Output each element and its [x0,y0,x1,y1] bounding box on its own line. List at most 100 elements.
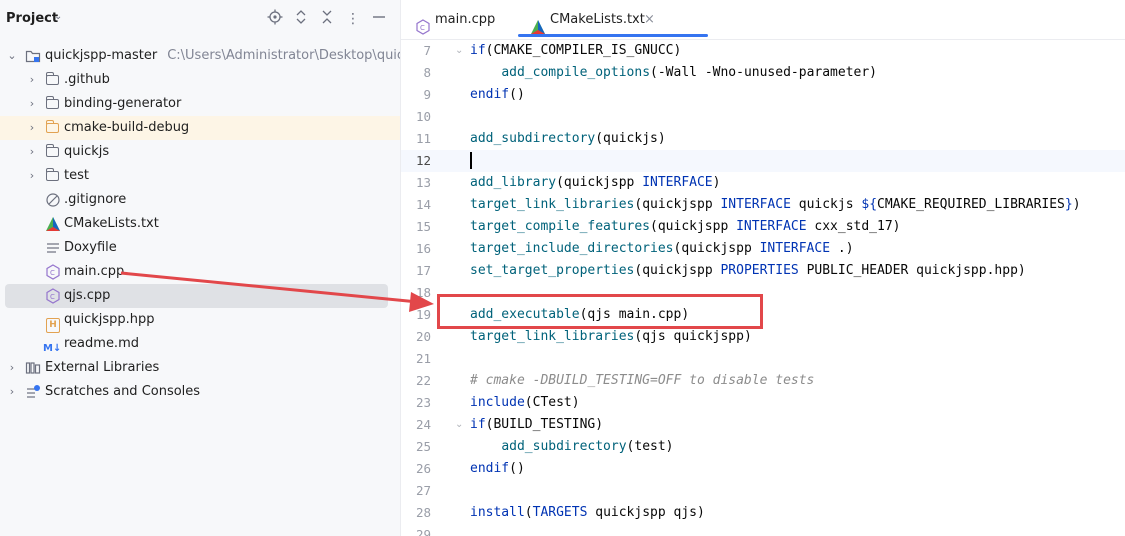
tree-item-label: .gitignore [64,192,127,207]
tree-item-scratches[interactable]: › Scratches and Consoles [0,380,400,404]
code-text: target_link_libraries(qjs quickjspp) [470,329,752,344]
tree-item[interactable]: › .github [0,68,400,92]
line-number: 10 [415,109,431,124]
module-folder-icon [25,48,41,64]
tree-item-label: test [64,168,89,183]
code-line[interactable]: 28 install(TARGETS quickjspp qjs) [401,502,1125,524]
chevron-right-icon[interactable]: › [26,164,38,188]
tree-item-label: binding-generator [64,96,182,111]
hide-panel-icon[interactable] [369,9,389,29]
library-icon [25,360,41,376]
line-number: 25 [415,439,431,454]
fold-icon[interactable]: ⌄ [455,40,463,62]
chevron-right-icon[interactable]: › [26,68,38,92]
code-line[interactable]: 12 [401,150,1125,172]
fold-icon[interactable]: ⌄ [455,414,463,436]
line-number: 29 [415,527,431,536]
code-line[interactable]: 27 [401,480,1125,502]
tree-item-label: readme.md [64,336,139,351]
chevron-right-icon[interactable]: › [6,356,18,380]
tree-item[interactable]: .gitignore [0,188,400,212]
line-number: 8 [423,65,431,80]
code-text: add_library(quickjspp INTERFACE) [470,175,721,190]
collapse-all-icon[interactable] [317,9,337,29]
tree-item-label: Doxyfile [64,240,117,255]
code-line[interactable]: 16 target_include_directories(quickjspp I… [401,238,1125,260]
locate-icon[interactable] [265,9,285,29]
code-line[interactable]: 21 [401,348,1125,370]
code-line[interactable]: 9 endif() [401,84,1125,106]
line-number: 15 [415,219,431,234]
chevron-right-icon[interactable]: › [26,116,38,140]
line-number: 18 [415,285,431,300]
editor-panel: C main.cpp CMakeLists.txt × 7 ⌄ if(CMAKE_C… [401,0,1125,536]
folder-icon [45,168,61,184]
project-panel: Project ⌄ ⋮ ⌄ quickjspp-master C:\Users\A… [0,0,401,536]
line-number: 27 [415,483,431,498]
code-line[interactable]: 15 target_compile_features(quickjspp INTE… [401,216,1125,238]
cpp-file-icon: C [45,264,61,280]
tree-item[interactable]: Hquickjspp.hpp [0,308,400,333]
code-line[interactable]: 25 add_subdirectory(test) [401,436,1125,458]
code-text: add_subdirectory(quickjs) [470,131,666,146]
project-panel-header: Project ⌄ ⋮ [0,0,400,38]
code-line[interactable]: 24 ⌄ if(BUILD_TESTING) [401,414,1125,436]
tab-label: CMakeLists.txt [550,12,645,27]
tree-item-external-libraries[interactable]: › External Libraries [0,356,400,380]
svg-text:C: C [50,293,55,301]
code-line[interactable]: 20 target_link_libraries(qjs quickjspp) [401,326,1125,348]
code-text: target_include_directories(quickjspp INT… [470,241,854,256]
code-line[interactable]: 14 target_link_libraries(quickjspp INTERF… [401,194,1125,216]
line-number: 14 [415,197,431,212]
cpp-file-icon: C [45,288,61,304]
chevron-down-icon[interactable]: ⌄ [54,11,62,22]
folder-icon [45,144,61,160]
tree-root-item[interactable]: ⌄ quickjspp-master C:\Users\Administrator… [0,44,400,68]
tab-label: main.cpp [435,12,496,27]
more-options-icon[interactable]: ⋮ [343,9,363,29]
code-text: if(BUILD_TESTING) [470,417,604,432]
chevron-right-icon[interactable]: › [26,92,38,116]
line-number: 12 [415,153,431,168]
code-line[interactable]: 23 include(CTest) [401,392,1125,414]
line-number: 20 [415,329,431,344]
code-line[interactable]: 8 add_compile_options(-Wall -Wno-unused-… [401,62,1125,84]
code-text: install(TARGETS quickjspp qjs) [470,505,705,520]
root-name: quickjspp-master [45,48,158,63]
code-line[interactable]: 17 set_target_properties(quickjspp PROPER… [401,260,1125,282]
code-line[interactable]: 22 # cmake -DBUILD_TESTING=OFF to disable… [401,370,1125,392]
code-line[interactable]: 26 endif() [401,458,1125,480]
code-line[interactable]: 13 add_library(quickjspp INTERFACE) [401,172,1125,194]
chevron-down-icon[interactable]: ⌄ [6,44,18,68]
highlight-box [437,294,763,329]
close-icon[interactable]: × [644,0,655,39]
tree-item[interactable]: › quickjs [0,140,400,164]
line-number: 24 [415,417,431,432]
code-text: # cmake -DBUILD_TESTING=OFF to disable t… [470,373,815,388]
tree-item[interactable]: CMakeLists.txt [0,212,400,236]
code-line[interactable]: 29 [401,524,1125,536]
line-number: 28 [415,505,431,520]
code-line[interactable]: 7 ⌄ if(CMAKE_COMPILER_IS_GNUCC) [401,40,1125,62]
tree-item[interactable]: Doxyfile [0,236,400,260]
code-line[interactable]: 11 add_subdirectory(quickjs) [401,128,1125,150]
line-number: 22 [415,373,431,388]
line-number: 23 [415,395,431,410]
tree-item-label: quickjs [64,144,110,159]
project-panel-title[interactable]: Project [6,11,58,26]
tree-item[interactable]: M↓ readme.md [0,332,400,356]
tree-item[interactable]: › cmake-build-debug [0,116,400,140]
line-number: 11 [415,131,431,146]
hpp-file-icon: H [45,312,61,333]
tree-item[interactable]: Cqjs.cpp [5,284,388,308]
tree-item-label: main.cpp [64,264,125,279]
tree-item[interactable]: Cmain.cpp [0,260,400,284]
tab-cmakelists[interactable]: CMakeLists.txt × [518,0,708,39]
code-line[interactable]: 10 [401,106,1125,128]
tree-item[interactable]: › test [0,164,400,188]
expand-all-icon[interactable] [291,9,311,29]
external-libraries-label: External Libraries [45,360,160,375]
tree-item[interactable]: › binding-generator [0,92,400,116]
chevron-right-icon[interactable]: › [6,380,18,404]
chevron-right-icon[interactable]: › [26,140,38,164]
